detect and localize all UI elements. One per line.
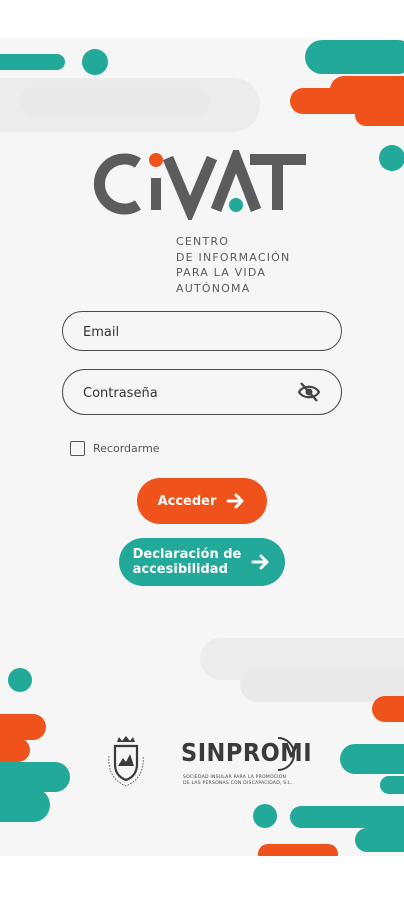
- eye-off-icon[interactable]: [297, 381, 321, 408]
- tagline-line: CENTRO: [176, 235, 230, 248]
- sinpromi-subtitle: SOCIEDAD INSULAR PARA LA PROMOCIÓN DE LA…: [183, 775, 303, 787]
- accessibility-label-line2: accesibilidad: [132, 562, 228, 577]
- arrow-right-icon: [226, 492, 246, 510]
- login-screen: CENTRO DE INFORMACIÓN PARA LA VIDA AUTÓN…: [0, 38, 404, 856]
- tagline-line: PARA LA VIDA: [176, 266, 267, 279]
- remember-checkbox[interactable]: [70, 441, 85, 456]
- civat-logo: [88, 142, 318, 225]
- login-button[interactable]: Acceder: [137, 478, 267, 524]
- login-button-label: Acceder: [157, 493, 217, 509]
- cabildo-logo: [103, 734, 149, 799]
- tagline: CENTRO DE INFORMACIÓN PARA LA VIDA AUTÓN…: [176, 234, 290, 296]
- cabildo-crest-icon: [108, 736, 144, 787]
- remember-row: Recordarme: [70, 441, 160, 456]
- email-field-wrapper: [62, 311, 342, 352]
- civat-logo-graphic: [93, 142, 306, 225]
- accessibility-label-line1: Declaración de: [132, 547, 242, 562]
- arrow-right-icon: [251, 553, 271, 571]
- email-field[interactable]: [81, 312, 285, 352]
- tagline-line: AUTÓNOMA: [176, 281, 251, 295]
- sinpromi-mark: [277, 737, 295, 771]
- sinpromi-subtitle-line: DE LAS PERSONAS CON DISCAPACIDAD, S.L.: [183, 781, 293, 786]
- password-field[interactable]: [81, 370, 285, 416]
- accessibility-button-label: Declaración de accesibilidad: [133, 547, 242, 577]
- accessibility-button[interactable]: Declaración de accesibilidad: [119, 538, 285, 586]
- tagline-line: DE INFORMACIÓN: [176, 250, 291, 264]
- password-field-wrapper: [62, 369, 342, 416]
- remember-label: Recordarme: [93, 442, 160, 455]
